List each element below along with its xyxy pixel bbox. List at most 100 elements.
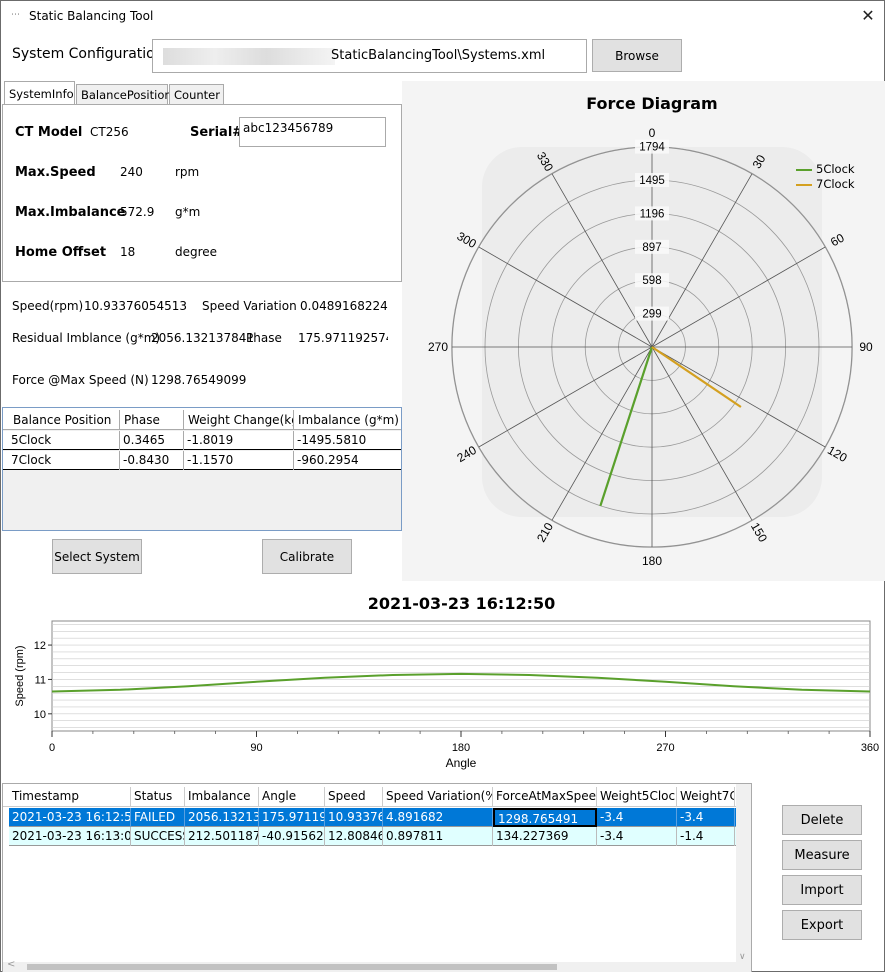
table-cell: 4.891682 xyxy=(383,808,493,827)
cell-phase: 0.3465 xyxy=(120,431,184,450)
speed-variation-value: 0.048916822484 xyxy=(300,299,388,313)
balance-table-header: Balance Position Phase Weight Change(kg … xyxy=(3,408,401,430)
cell-phase: -0.8430 xyxy=(120,451,184,470)
phase-value: 175.97119257427 xyxy=(298,331,388,345)
max-speed-unit: rpm xyxy=(175,165,200,179)
radial-tick-label: 1495 xyxy=(639,175,665,187)
col-header[interactable]: Angle xyxy=(259,787,325,807)
cell-weight-change: -1.8019 xyxy=(184,431,294,450)
col-header[interactable]: Imbalance xyxy=(185,787,259,807)
home-offset-unit: degree xyxy=(175,245,218,259)
legend-item-5clock: 5Clock xyxy=(796,162,855,177)
table-row[interactable]: 2021-03-23 16:13:02 SUCCESS 212.501187 -40.… xyxy=(9,827,736,846)
app-icon: ⋯ xyxy=(11,10,20,20)
table-cell: 175.971193 xyxy=(259,808,325,827)
table-cell: -40.915622 xyxy=(259,827,325,846)
table-cell: 10.933761 xyxy=(325,808,383,827)
table-cell: -1.4 xyxy=(677,827,735,846)
table-row[interactable]: 7Clock -0.8430 -1.1570 -960.2954 xyxy=(3,451,401,470)
polar-plot: 0306090120150180210240270300330299598897… xyxy=(428,126,873,568)
system-config-path: StaticBalancingTool\Systems.xml xyxy=(331,48,546,63)
table-cell: 2056.132138 xyxy=(185,808,259,827)
window-title: Static Balancing Tool xyxy=(29,9,154,23)
close-button[interactable]: ✕ xyxy=(851,3,885,29)
angle-tick-label: 270 xyxy=(428,340,448,354)
angle-tick-label: 150 xyxy=(748,520,770,545)
col-imbalance[interactable]: Imbalance (g*m) xyxy=(294,410,401,430)
browse-button[interactable]: Browse xyxy=(592,39,682,72)
cell-weight-change: -1.1570 xyxy=(184,451,294,470)
close-icon: ✕ xyxy=(861,6,875,25)
cell-position: 7Clock xyxy=(8,451,120,470)
col-header[interactable]: Weight7Cl xyxy=(677,787,735,807)
table-cell: -3.4 xyxy=(677,808,735,827)
force-max-speed-value: 1298.76549099 xyxy=(151,373,247,387)
home-offset-value: 18 xyxy=(120,245,136,259)
serial-input[interactable]: abc123456789 xyxy=(239,117,386,147)
table-row[interactable]: 2021-03-23 16:12:50FAILED2056.132138175.… xyxy=(9,808,736,827)
tab-systeminfo[interactable]: SystemInfo xyxy=(4,81,75,106)
speed-chart-title: 2021-03-23 16:12:50 xyxy=(367,594,556,613)
ct-model-label: CT Model xyxy=(15,125,83,140)
table-cell: 1298.765491 xyxy=(493,808,597,827)
history-table-body: Timestamp Status Imbalance Angle Speed Speed … xyxy=(3,784,736,972)
table-row[interactable]: 5Clock 0.3465 -1.8019 -1495.5810 xyxy=(3,431,401,450)
speed-variation-label: Speed Variation xyxy=(202,299,297,313)
horizontal-scroll-thumb[interactable] xyxy=(27,964,557,970)
delete-button[interactable]: Delete xyxy=(782,805,862,835)
col-header[interactable]: ForceAtMaxSpeed xyxy=(493,787,597,807)
speed-label: Speed(rpm) xyxy=(12,299,84,313)
angle-tick-label: 0 xyxy=(649,126,656,140)
x-tick-label: 180 xyxy=(452,742,470,754)
angle-tick-label: 60 xyxy=(828,230,847,249)
calibrate-button[interactable]: Calibrate xyxy=(262,539,352,574)
x-tick-label: 270 xyxy=(656,742,674,754)
title-bar: ⋯ Static Balancing Tool ✕ xyxy=(1,1,884,31)
speed-chart-svg: 0 90 180 270 360 10 11 12 Angle Speed (rpm) xyxy=(14,620,879,770)
angle-tick-label: 120 xyxy=(825,443,850,465)
systeminfo-panel: CT Model CT256 Serial# abc123456789 Max.… xyxy=(2,104,402,282)
system-config-path-field[interactable]: StaticBalancingTool\Systems.xml xyxy=(152,39,587,73)
measure-button[interactable]: Measure xyxy=(782,840,862,870)
force-legend: 5Clock 7Clock xyxy=(796,162,855,192)
export-button[interactable]: Export xyxy=(782,910,862,940)
angle-tick-label: 210 xyxy=(534,520,556,545)
ct-model-value: CT256 xyxy=(90,125,129,139)
table-cell: 2021-03-23 16:12:50 xyxy=(9,808,131,827)
legend-item-7clock: 7Clock xyxy=(796,177,855,192)
radial-tick-label: 598 xyxy=(642,275,661,287)
col-header[interactable]: Status xyxy=(131,787,185,807)
col-weight-change[interactable]: Weight Change(kg xyxy=(184,410,294,430)
col-phase[interactable]: Phase xyxy=(120,410,184,430)
radial-tick-label: 1794 xyxy=(639,142,665,154)
legend-swatch xyxy=(796,183,812,186)
vertical-scrollbar[interactable]: ∨ xyxy=(736,784,751,972)
import-button[interactable]: Import xyxy=(782,875,862,905)
table-cell: SUCCESS xyxy=(131,827,185,846)
radial-tick-label: 1196 xyxy=(640,208,665,220)
col-header[interactable]: Timestamp xyxy=(9,787,131,807)
select-system-button[interactable]: Select System xyxy=(52,539,142,574)
cell-imbalance: -1495.5810 xyxy=(297,433,367,447)
serial-label: Serial# xyxy=(190,125,244,140)
angle-tick-label: 180 xyxy=(642,554,662,568)
col-balance-position[interactable]: Balance Position xyxy=(9,410,120,430)
residual-imbalance-value: 2056.132137841 xyxy=(151,331,255,345)
x-tick-label: 0 xyxy=(49,742,55,754)
horizontal-scrollbar[interactable]: < xyxy=(3,959,736,972)
tab-balanceposition[interactable]: BalancePosition xyxy=(76,84,172,105)
angle-tick-label: 90 xyxy=(859,340,873,354)
col-header[interactable]: Speed Variation(%) xyxy=(383,787,493,807)
tab-counter[interactable]: Counter xyxy=(169,84,224,105)
force-diagram-svg: 0306090120150180210240270300330299598897… xyxy=(428,126,873,568)
max-imbalance-label: Max.Imbalance xyxy=(15,205,126,220)
legend-swatch xyxy=(796,168,812,171)
force-diagram-panel: Force Diagram 0 30 60 90 120 150 180 210 240 270 3… xyxy=(402,81,885,581)
col-header[interactable]: Speed xyxy=(325,787,383,807)
scroll-down-icon[interactable]: ∨ xyxy=(739,952,746,962)
scroll-left-icon[interactable]: < xyxy=(7,959,15,970)
x-tick-label: 360 xyxy=(861,742,879,754)
table-cell: 134.227369 xyxy=(493,827,597,846)
cell-imbalance: -960.2954 xyxy=(297,453,359,467)
col-header[interactable]: Weight5Clock xyxy=(597,787,677,807)
